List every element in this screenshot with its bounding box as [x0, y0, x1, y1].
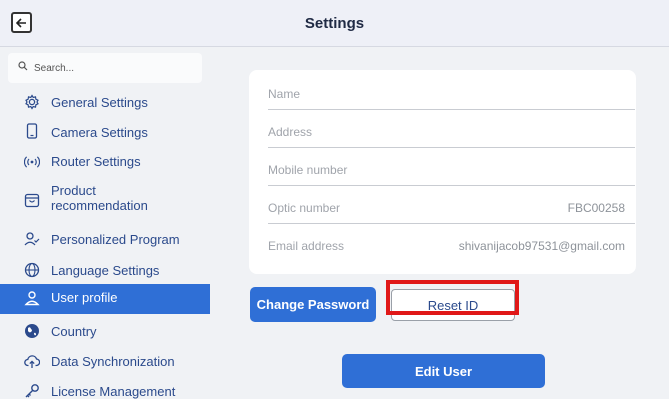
user-check-icon — [24, 232, 40, 246]
address-field[interactable]: Address — [268, 111, 635, 148]
sidebar-item-license-management[interactable]: License Management — [0, 380, 210, 399]
optic-number-field[interactable]: Optic number FBC00258 — [268, 187, 635, 224]
box-icon — [24, 193, 40, 208]
search-input[interactable]: Search... — [8, 53, 202, 83]
sidebar-item-personalized-program[interactable]: Personalized Program — [0, 229, 210, 251]
sidebar-item-label: Data Synchronization — [51, 354, 175, 369]
sidebar-item-label: User profile — [51, 290, 118, 305]
field-label: Name — [268, 87, 301, 101]
edit-user-button[interactable]: Edit User — [342, 354, 545, 388]
search-icon — [18, 61, 28, 71]
sidebar-item-label: Product — [51, 183, 96, 198]
field-label: Mobile number — [268, 163, 348, 177]
globe-icon — [24, 262, 40, 278]
sidebar-item-product-recommendation[interactable]: Product recommendation — [0, 181, 210, 217]
search-placeholder: Search... — [34, 63, 75, 74]
field-label: Address — [268, 125, 313, 139]
sidebar-item-label: Country — [51, 324, 97, 339]
sidebar-item-user-profile[interactable]: User profile — [0, 284, 210, 314]
sidebar-item-label: Camera Settings — [51, 125, 148, 140]
sidebar-item-data-synchronization[interactable]: Data Synchronization — [0, 350, 210, 372]
sidebar-item-country[interactable]: Country — [0, 320, 210, 342]
sidebar-item-label: Router Settings — [51, 154, 141, 169]
email-address-field[interactable]: Email address shivanijacob97531@gmail.co… — [268, 225, 635, 262]
page-title: Settings — [304, 15, 365, 32]
sidebar-item-camera-settings[interactable]: Camera Settings — [0, 121, 210, 143]
field-value: shivanijacob97531@gmail.com — [458, 239, 625, 253]
profile-form-card: Name Address Mobile number Optic number … — [249, 70, 636, 274]
mobile-number-field[interactable]: Mobile number — [268, 149, 635, 186]
key-icon — [25, 384, 39, 398]
country-globe-icon — [25, 324, 39, 338]
change-password-button[interactable]: Change Password — [250, 287, 376, 322]
sidebar-item-router-settings[interactable]: Router Settings — [0, 151, 210, 173]
field-label: Optic number — [268, 201, 341, 215]
gear-icon — [25, 94, 39, 110]
sidebar-item-label: General Settings — [51, 95, 148, 110]
top-bar: Settings — [0, 0, 669, 47]
field-label: Email address — [268, 239, 345, 253]
wifi-signal-icon — [24, 156, 40, 168]
field-value: FBC00258 — [567, 201, 625, 215]
cloud-sync-icon — [24, 355, 40, 368]
sidebar-item-general-settings[interactable]: General Settings — [0, 91, 210, 113]
reset-id-highlight — [386, 280, 519, 315]
sidebar: Search... General Settings Camera Settin… — [0, 47, 210, 399]
sidebar-item-label: License Management — [51, 384, 176, 399]
sidebar-item-label-line2: recommendation — [51, 198, 148, 213]
sidebar-item-language-settings[interactable]: Language Settings — [0, 259, 210, 281]
user-icon — [24, 291, 40, 306]
name-field[interactable]: Name — [268, 73, 635, 110]
sidebar-item-label: Language Settings — [51, 263, 160, 278]
sidebar-item-label: Personalized Program — [51, 232, 180, 247]
phone-icon — [26, 123, 38, 139]
